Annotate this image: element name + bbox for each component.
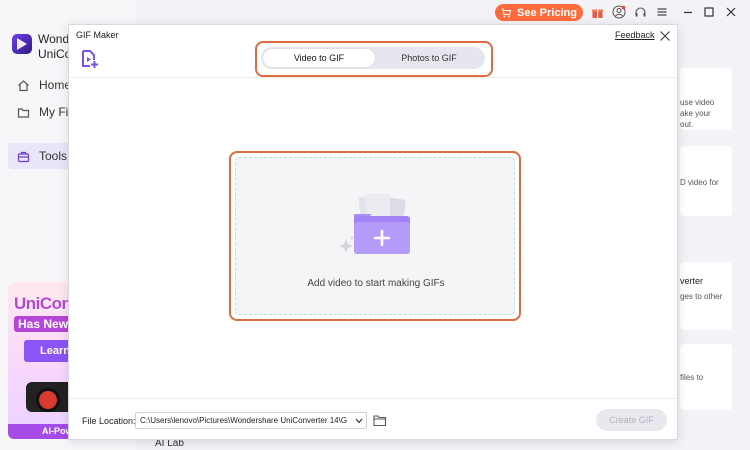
sidebar-item-label: Tools [39,149,68,163]
headset-icon[interactable] [633,5,647,19]
dropzone-label: Add video to start making GIFs [307,278,445,289]
toolbox-icon [16,149,30,163]
card-text: out. [680,120,694,129]
card-text: D video for [680,178,719,187]
add-folder-icon [326,194,426,258]
tab-photos-to-gif[interactable]: Photos to GIF [375,49,483,67]
tool-card[interactable]: files to [680,344,732,410]
user-icon[interactable] [612,5,626,19]
add-file-icon[interactable] [81,50,99,69]
maximize-icon[interactable] [702,5,716,19]
folder-open-icon[interactable] [373,414,387,427]
window-close-icon[interactable] [724,5,738,19]
add-video-dropzone[interactable]: Add video to start making GIFs [235,157,515,315]
cart-icon [501,7,512,17]
footer-divider [69,398,677,399]
files-icon [16,105,30,119]
tool-card[interactable]: use video ake your out. [680,68,732,130]
see-pricing-label: See Pricing [517,6,577,19]
see-pricing-button[interactable]: See Pricing [495,4,583,21]
chevron-down-icon[interactable] [352,413,366,428]
sidebar-item-label: Home [39,78,72,92]
minimize-icon[interactable] [681,5,695,19]
home-icon [16,78,30,92]
card-text: ake your [680,109,711,118]
card-text: files to [680,373,704,382]
close-icon[interactable] [659,29,671,41]
card-text: ges to other [680,292,723,301]
camera-icon [26,382,74,412]
menu-icon[interactable] [655,5,669,19]
app-logo-icon [12,34,32,54]
mode-tabs: Video to GIF Photos to GIF [261,47,485,69]
tab-video-to-gif[interactable]: Video to GIF [263,49,375,67]
feedback-link[interactable]: Feedback [615,30,655,40]
file-location-value: C:\Users\lenovo\Pictures\Wondershare Uni… [140,416,348,425]
create-gif-button[interactable]: Create GIF [596,409,667,431]
dialog-title: GIF Maker [76,30,119,40]
tool-card[interactable]: D video for [680,146,732,216]
file-location-label: File Location: [82,416,136,426]
card-title: verter [680,276,704,286]
card-text: use video [680,98,715,107]
file-location-select[interactable]: C:\Users\lenovo\Pictures\Wondershare Uni… [135,412,367,429]
gif-maker-dialog: GIF Maker Feedback Video to GIF Photos t… [68,24,678,440]
gift-icon[interactable] [590,5,604,19]
sidebar-item-label: My Fil [39,105,71,119]
header-divider [69,77,677,78]
tool-card[interactable]: verter ges to other [680,262,732,330]
